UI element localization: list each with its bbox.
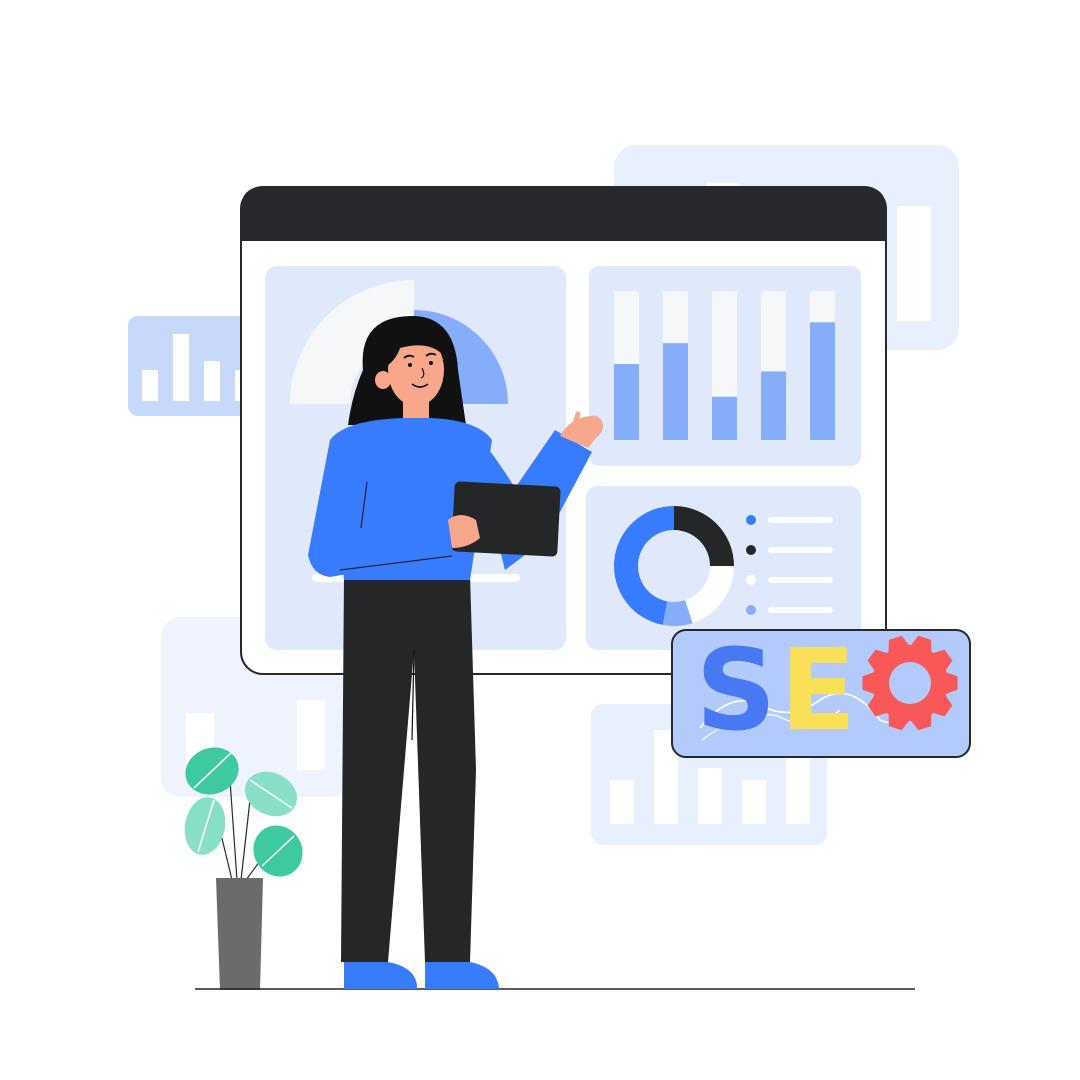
plant-pot bbox=[216, 878, 263, 990]
legend-dot bbox=[746, 575, 756, 585]
pants bbox=[341, 575, 476, 962]
legend-line bbox=[768, 577, 833, 583]
bar bbox=[663, 343, 688, 440]
bar bbox=[810, 322, 835, 440]
seo-badge: S E bbox=[671, 626, 971, 758]
legend-line bbox=[768, 547, 833, 553]
leaf bbox=[184, 797, 226, 855]
bar bbox=[712, 396, 737, 440]
seo-letter-s: S bbox=[696, 626, 777, 756]
bar bbox=[614, 364, 639, 440]
seo-letter-e: E bbox=[780, 626, 857, 756]
seo-illustration: S E bbox=[128, 145, 971, 990]
shoe-left bbox=[344, 962, 418, 989]
dashboard-window bbox=[240, 186, 887, 675]
bar bbox=[761, 371, 786, 440]
shoe-right bbox=[425, 962, 499, 989]
legend-dot bbox=[746, 515, 756, 525]
legend-line bbox=[768, 607, 833, 613]
legend-dot bbox=[746, 605, 756, 615]
legend-line bbox=[768, 517, 833, 523]
legend-dot bbox=[746, 545, 756, 555]
gear-hole bbox=[889, 662, 931, 704]
window-title-bar bbox=[241, 187, 886, 241]
